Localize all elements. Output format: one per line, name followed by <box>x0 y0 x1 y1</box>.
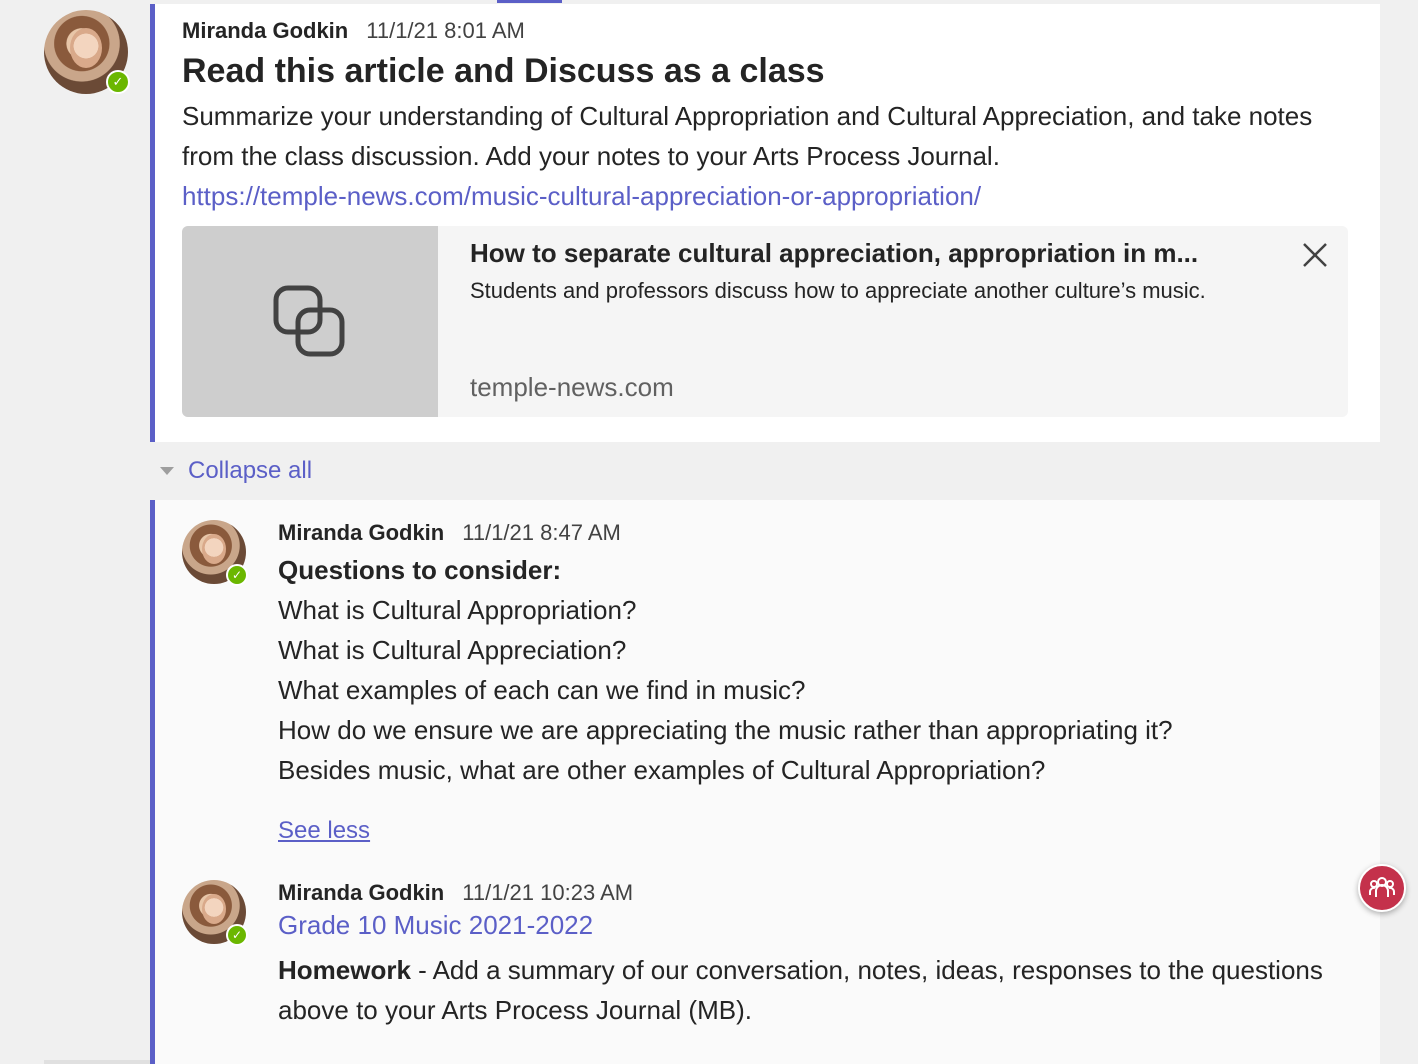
list-item: What is Cultural Appropriation? <box>278 595 637 625</box>
avatar-face <box>202 894 226 924</box>
channel-link[interactable]: Grade 10 Music 2021-2022 <box>278 910 593 941</box>
link-icon <box>273 285 345 356</box>
post-timestamp: 11/1/21 8:01 AM <box>366 18 525 43</box>
link-preview-card[interactable]: How to separate cultural appreciation, a… <box>182 226 1348 417</box>
list-item: How do we ensure we are appreciating the… <box>278 715 1173 745</box>
divider <box>44 1060 150 1064</box>
post-meta: Miranda Godkin 11/1/21 8:01 AM <box>182 18 525 44</box>
people-icon <box>1369 877 1395 897</box>
post-body: Summarize your understanding of Cultural… <box>182 101 1313 171</box>
link-preview-title[interactable]: How to separate cultural appreciation, a… <box>470 238 1270 269</box>
list-item: What is Cultural Appreciation? <box>278 635 627 665</box>
author-name[interactable]: Miranda Godkin <box>182 18 348 43</box>
presence-available-icon: ✓ <box>106 70 130 94</box>
chevron-down-icon <box>160 467 174 475</box>
reply-timestamp: 11/1/21 10:23 AM <box>462 880 634 905</box>
list-item: What examples of each can we find in mus… <box>278 675 806 705</box>
homework-label: Homework <box>278 955 411 985</box>
list-item: Besides music, what are other examples o… <box>278 755 1046 785</box>
floating-action-button[interactable] <box>1358 864 1406 912</box>
reply-timestamp: 11/1/21 8:47 AM <box>462 520 621 545</box>
author-name[interactable]: Miranda Godkin <box>278 520 444 545</box>
avatar[interactable]: ✓ <box>44 10 130 94</box>
author-name[interactable]: Miranda Godkin <box>278 880 444 905</box>
article-link[interactable]: https://temple-news.com/music-cultural-a… <box>182 176 981 216</box>
avatar[interactable]: ✓ <box>182 520 248 586</box>
link-preview-description: Students and professors discuss how to a… <box>470 278 1206 303</box>
reply-meta: Miranda Godkin 11/1/21 10:23 AM <box>278 880 633 906</box>
collapse-all-button[interactable]: Collapse all <box>160 457 312 485</box>
avatar[interactable]: ✓ <box>182 880 248 946</box>
presence-available-icon: ✓ <box>226 924 248 946</box>
replies-thread: ✓ Miranda Godkin 11/1/21 8:47 AM Question… <box>150 500 1380 1064</box>
avatar-face <box>70 28 102 68</box>
post-title: Read this article and Discuss as a class <box>182 52 825 90</box>
main-post: Miranda Godkin 11/1/21 8:01 AM Read this … <box>150 4 1380 442</box>
close-preview-button[interactable] <box>1300 240 1330 270</box>
homework-description: - Add a summary of our conversation, not… <box>278 955 1323 1025</box>
active-tab-indicator <box>497 0 562 3</box>
link-preview-domain: temple-news.com <box>470 372 674 402</box>
avatar-face <box>202 534 226 564</box>
collapse-all-label: Collapse all <box>188 457 313 484</box>
close-icon <box>1303 243 1327 267</box>
homework-text: Homework - Add a summary of our conversa… <box>278 950 1358 1030</box>
presence-available-icon: ✓ <box>226 564 248 586</box>
link-preview-thumbnail <box>182 226 438 417</box>
reply-heading: Questions to consider: <box>278 555 562 585</box>
see-less-link[interactable]: See less <box>278 817 370 845</box>
reply-meta: Miranda Godkin 11/1/21 8:47 AM <box>278 520 621 546</box>
